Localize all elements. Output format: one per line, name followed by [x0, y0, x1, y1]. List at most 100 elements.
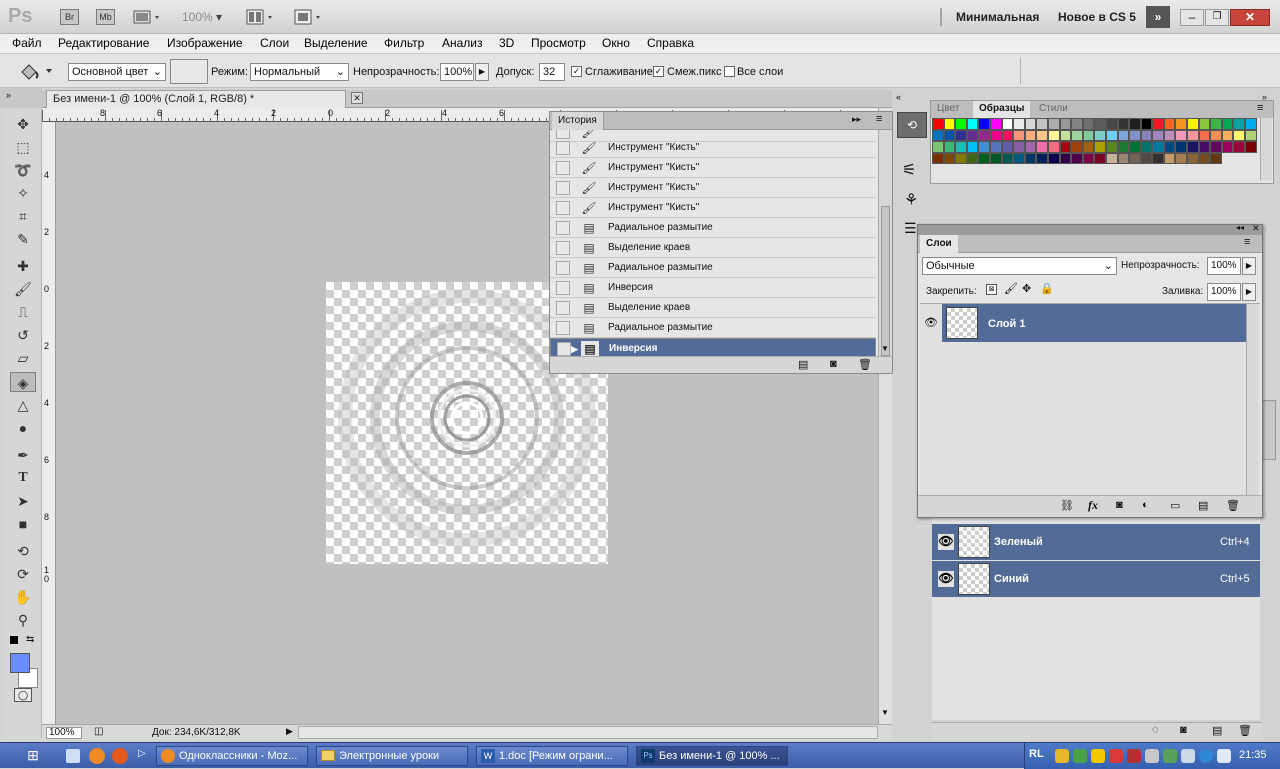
firefox-quicklaunch-icon[interactable] [89, 748, 105, 764]
history-snapshot-checkbox[interactable] [556, 261, 570, 275]
opacity-slider-button[interactable]: ▶ [475, 63, 489, 81]
new-layer-icon[interactable]: ▤ [1198, 499, 1208, 512]
eyedropper-tool-icon[interactable]: ✎ [10, 229, 36, 249]
history-item[interactable]: ▤ Выделение краев [550, 238, 876, 258]
opacity-slider-button[interactable]: ▶ [1242, 257, 1256, 275]
menu-layers[interactable]: Слои [260, 36, 289, 50]
color-swatch[interactable] [943, 129, 956, 141]
history-item-current[interactable]: ▶ ▤ Инверсия [550, 338, 876, 356]
language-indicator[interactable]: RL [1029, 748, 1044, 760]
history-item[interactable]: 🖌 Инструмент "Кисть" [550, 138, 876, 158]
color-swatch[interactable] [1047, 141, 1060, 153]
color-swatch[interactable] [1105, 152, 1118, 164]
eye-icon[interactable]: 👁 [938, 571, 954, 587]
blur-tool-icon[interactable]: △ [10, 395, 36, 415]
history-item[interactable]: ▤ Радиальное размытие [550, 218, 876, 238]
history-item[interactable]: 🖌 Инструмент "Кисть" [550, 158, 876, 178]
channel-row-blue[interactable]: 👁 Синий Ctrl+5 [932, 561, 1260, 597]
layer-row[interactable]: Слой 1 [942, 304, 1246, 342]
rectangle-tool-icon[interactable]: ■ [10, 514, 36, 534]
horizontal-scrollbar[interactable] [298, 726, 878, 739]
scroll-down-icon[interactable]: ▼ [881, 344, 889, 353]
color-swatch[interactable] [1140, 129, 1153, 141]
color-swatch[interactable] [1094, 152, 1106, 164]
collapse-icon[interactable]: ◂◂ [1236, 223, 1244, 232]
history-brush-tool-icon[interactable]: ↺ [10, 325, 36, 345]
color-swatch[interactable] [1024, 141, 1037, 153]
color-swatch[interactable] [1221, 141, 1234, 153]
status-menu-icon[interactable]: ▶ [286, 726, 293, 737]
color-swatch[interactable] [1024, 118, 1037, 130]
color-swatch[interactable] [1059, 129, 1072, 141]
lock-position-icon[interactable]: ✥ [1022, 282, 1031, 295]
color-swatch[interactable] [943, 141, 956, 153]
color-swatch[interactable] [1036, 129, 1048, 141]
double-chevron-left-icon[interactable]: « [896, 92, 901, 102]
tolerance-input[interactable]: 32 [539, 63, 565, 81]
new-group-icon[interactable]: ▭ [1170, 499, 1180, 512]
dock-scrollbar[interactable] [1262, 400, 1276, 460]
color-swatch[interactable] [1036, 118, 1048, 130]
all-layers-checkbox[interactable] [724, 66, 735, 77]
color-swatch[interactable] [1071, 141, 1083, 153]
color-swatch[interactable] [1175, 118, 1188, 130]
color-swatch[interactable] [1117, 141, 1130, 153]
color-swatch[interactable] [1187, 141, 1199, 153]
adjustment-layer-icon[interactable]: ◐ [1142, 499, 1149, 511]
color-swatch[interactable] [989, 129, 1002, 141]
document-tab[interactable]: Без имени-1 @ 100% (Слой 1, RGB/8) * ✕ [46, 90, 363, 108]
color-swatch[interactable] [1198, 118, 1211, 130]
history-item[interactable]: ▤ Инверсия [550, 278, 876, 298]
color-swatch[interactable] [978, 129, 990, 141]
foreground-color-swatch[interactable] [10, 653, 30, 673]
tool-preset-picker[interactable] [16, 60, 56, 82]
color-swatch[interactable] [1198, 141, 1211, 153]
history-snapshot-checkbox[interactable] [556, 181, 570, 195]
status-icon[interactable]: ◫ [94, 726, 103, 737]
new-channel-icon[interactable]: ▤ [1212, 724, 1222, 737]
layer-style-icon[interactable]: fx [1088, 498, 1098, 513]
mode-select[interactable]: Нормальный ⌄ [250, 63, 349, 81]
opacity-input[interactable]: 100% [440, 63, 474, 81]
tray-icon[interactable] [1055, 749, 1069, 763]
history-item[interactable]: ▤ Радиальное размытие [550, 318, 876, 338]
color-swatch[interactable] [1245, 129, 1257, 141]
brush-tool-icon[interactable]: 🖌 [10, 279, 36, 299]
color-swatch[interactable] [1152, 152, 1164, 164]
color-swatch[interactable] [1001, 152, 1014, 164]
color-swatch[interactable] [1152, 141, 1164, 153]
workspace-minimal-button[interactable]: Минимальная [956, 10, 1039, 24]
color-swatch[interactable] [1036, 141, 1048, 153]
color-swatch[interactable] [1047, 152, 1060, 164]
color-swatch[interactable] [966, 152, 979, 164]
color-swatch[interactable] [1082, 129, 1095, 141]
color-swatch[interactable] [1117, 152, 1130, 164]
history-snapshot-checkbox[interactable] [556, 201, 570, 215]
close-tab-icon[interactable]: ✕ [351, 92, 363, 104]
eye-icon[interactable]: 👁 [938, 534, 954, 550]
color-swatch[interactable] [1163, 152, 1176, 164]
history-snapshot-checkbox[interactable] [557, 342, 571, 356]
color-swatch[interactable] [1129, 141, 1141, 153]
color-swatch[interactable] [1140, 118, 1153, 130]
dodge-tool-icon[interactable]: ● [10, 418, 36, 438]
fill-input[interactable]: 100% [1207, 283, 1241, 301]
show-desktop-icon[interactable] [66, 749, 80, 763]
taskbar-item-photoshop[interactable]: Без имени-1 @ 100% ... Ps [636, 746, 788, 766]
workspace-new-cs5-button[interactable]: Новое в CS 5 [1058, 10, 1136, 24]
color-swatch[interactable] [1013, 118, 1025, 130]
quicklaunch-more-icon[interactable]: ▷ [138, 748, 146, 759]
double-chevron-right-icon[interactable]: » [6, 90, 11, 100]
color-swatch[interactable] [1210, 118, 1222, 130]
color-swatch[interactable] [1140, 152, 1153, 164]
fill-slider-button[interactable]: ▶ [1242, 283, 1256, 301]
volume-icon[interactable] [1217, 749, 1231, 763]
color-swatch[interactable] [955, 152, 967, 164]
history-snapshot-checkbox[interactable] [556, 221, 570, 235]
tray-icon[interactable] [1073, 749, 1087, 763]
color-swatch[interactable] [932, 129, 944, 141]
add-mask-icon[interactable]: ◙ [1116, 499, 1123, 511]
color-swatch[interactable] [989, 152, 1002, 164]
save-selection-icon[interactable]: ◙ [1180, 724, 1187, 736]
color-swatch[interactable] [932, 118, 944, 130]
